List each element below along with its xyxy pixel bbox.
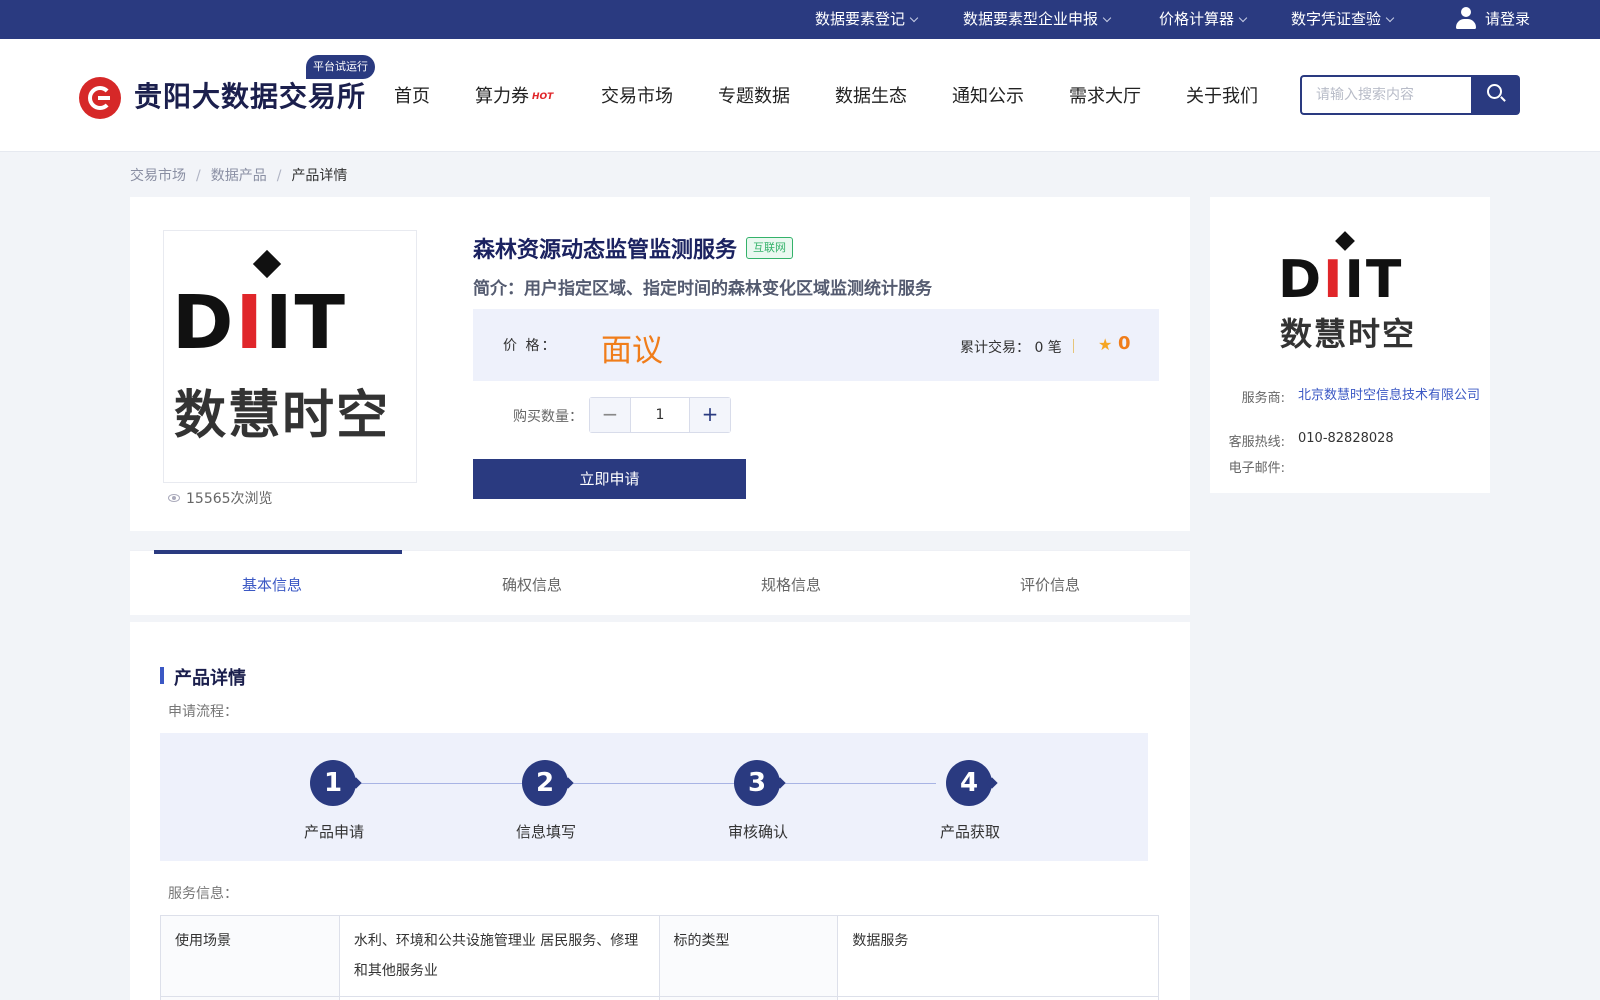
eye-icon	[168, 494, 180, 502]
step-label: 产品获取	[939, 823, 1000, 841]
topbar-item-price-calculator[interactable]: 价格计算器	[1159, 0, 1248, 39]
search-button[interactable]	[1471, 75, 1520, 115]
topbar-item-data-registration[interactable]: 数据要素登记	[815, 0, 919, 39]
section-title: 产品详情	[160, 664, 246, 690]
quantity-label: 购买数量：	[513, 409, 583, 425]
table-row: 使用场景 水利、环境和公共设施管理业 居民服务、修理和其他服务业 标的类型 数据…	[160, 915, 1159, 997]
step-number: 3	[734, 760, 780, 806]
product-intro: 简介：用户指定区域、指定时间的森林变化区域监测统计服务	[473, 279, 932, 299]
table-row	[160, 996, 1159, 1000]
view-count: 15565次浏览	[168, 488, 273, 508]
rating-value: 0	[1118, 333, 1131, 354]
tab-basic-info[interactable]: 基本信息	[142, 550, 402, 615]
search-icon	[1487, 84, 1502, 99]
nav-about-us[interactable]: 关于我们	[1186, 82, 1258, 108]
step-number: 2	[522, 760, 568, 806]
nav-compute-voucher[interactable]: 算力券 HOT	[475, 82, 553, 108]
chevron-down-icon	[1102, 13, 1112, 23]
table-cell-value	[837, 996, 1159, 1000]
tab-rights-info[interactable]: 确权信息	[402, 551, 662, 615]
search-input[interactable]	[1300, 75, 1471, 115]
provider-email-key: 电子邮件:	[1228, 461, 1285, 476]
topbar-item-enterprise-declaration[interactable]: 数据要素型企业申报	[963, 0, 1112, 39]
step-number: 4	[946, 760, 992, 806]
table-cell-key	[160, 996, 340, 1000]
process-steps: 1 产品申请 2 信息填写 3 审核确认 4 产品获取	[160, 733, 1148, 861]
provider-service-link[interactable]: 北京数慧时空信息技术有限公司	[1298, 387, 1483, 404]
nav-demand-hall[interactable]: 需求大厅	[1069, 82, 1141, 108]
nav-topic-data[interactable]: 专题数据	[718, 82, 790, 108]
step-number: 1	[310, 760, 356, 806]
trial-badge: 平台试运行	[306, 55, 375, 79]
price-label: 价 格：	[503, 338, 558, 354]
chevron-down-icon	[909, 13, 919, 23]
provider-hotline-value: 010-82828028	[1298, 431, 1394, 446]
product-logo-cn: 数慧时空	[174, 386, 391, 446]
service-info-table: 使用场景 水利、环境和公共设施管理业 居民服务、修理和其他服务业 标的类型 数据…	[160, 915, 1159, 1000]
service-info-label: 服务信息：	[168, 886, 238, 902]
hot-badge: HOT	[532, 92, 554, 102]
breadcrumb-separator: /	[196, 168, 201, 184]
provider-hotline-key: 客服热线:	[1228, 435, 1285, 450]
exchange-logo-icon[interactable]	[79, 77, 121, 119]
breadcrumb-current: 产品详情	[291, 168, 348, 184]
breadcrumb-data-products[interactable]: 数据产品	[211, 168, 267, 184]
apply-now-button[interactable]: 立即申请	[473, 459, 746, 499]
chevron-down-icon	[1238, 13, 1248, 23]
quantity-stepper: − +	[589, 397, 731, 433]
nav-data-ecosystem[interactable]: 数据生态	[835, 82, 907, 108]
site-header: 贵阳大数据交易所 平台试运行 首页 算力券 HOT 交易市场 专题数据 数据生态 …	[0, 39, 1600, 152]
top-bar: 数据要素登记 数据要素型企业申报 价格计算器 数字凭证查验 请登录	[0, 0, 1600, 39]
table-cell-key: 标的类型	[658, 915, 839, 997]
provider-card: DIIT 数慧时空 服务商: 北京数慧时空信息技术有限公司 客服热线: 010-…	[1210, 197, 1490, 493]
site-logo-text[interactable]: 贵阳大数据交易所	[134, 75, 366, 115]
tab-review-info[interactable]: 评价信息	[920, 551, 1180, 615]
quantity-decrease-button[interactable]: −	[590, 398, 631, 432]
price-bar: 价 格： 面议 累计交易： 0 笔 ★ 0	[473, 309, 1159, 381]
divider	[1073, 339, 1074, 353]
login-link[interactable]: 请登录	[1455, 0, 1530, 39]
quantity-increase-button[interactable]: +	[689, 398, 730, 432]
product-logo-word: DIIT	[172, 280, 347, 366]
logo-diamond-icon	[1335, 231, 1355, 251]
nav-home[interactable]: 首页	[394, 82, 430, 108]
breadcrumb: 交易市场 / 数据产品 / 产品详情	[130, 165, 347, 185]
detail-tabs: 基本信息 确权信息 规格信息 评价信息	[130, 550, 1190, 615]
trade-count: 累计交易： 0 笔	[960, 340, 1062, 356]
star-icon: ★	[1098, 335, 1113, 354]
quantity-input[interactable]	[631, 398, 689, 432]
process-label: 申请流程：	[168, 704, 238, 720]
table-cell-key	[658, 996, 839, 1000]
provider-logo-word: DIIT	[1278, 250, 1404, 310]
step-label: 信息填写	[515, 823, 576, 841]
table-cell-value: 数据服务	[837, 915, 1159, 997]
topbar-item-certificate-verify[interactable]: 数字凭证查验	[1291, 0, 1395, 39]
product-image: DIIT 数慧时空	[163, 230, 417, 483]
nav-trading-market[interactable]: 交易市场	[601, 82, 673, 108]
provider-service-key: 服务商:	[1241, 391, 1285, 406]
breadcrumb-separator: /	[276, 168, 282, 184]
tab-spec-info[interactable]: 规格信息	[661, 551, 921, 615]
chevron-down-icon	[1385, 13, 1395, 23]
table-cell-value: 水利、环境和公共设施管理业 居民服务、修理和其他服务业	[338, 915, 660, 997]
product-title: 森林资源动态监管监测服务	[473, 238, 738, 263]
nav-announcements[interactable]: 通知公示	[952, 82, 1024, 108]
provider-logo-cn: 数慧时空	[1280, 315, 1417, 353]
table-cell-value	[338, 996, 660, 1000]
step-label: 产品申请	[303, 823, 364, 841]
breadcrumb-trading-market[interactable]: 交易市场	[130, 168, 186, 184]
logo-diamond-icon	[252, 249, 282, 279]
user-icon	[1455, 6, 1477, 30]
price-value: 面议	[601, 333, 663, 369]
step-label: 审核确认	[727, 823, 788, 841]
steps-connector-line	[356, 783, 936, 784]
product-tag: 互联网	[746, 237, 793, 259]
table-cell-key: 使用场景	[160, 915, 340, 997]
